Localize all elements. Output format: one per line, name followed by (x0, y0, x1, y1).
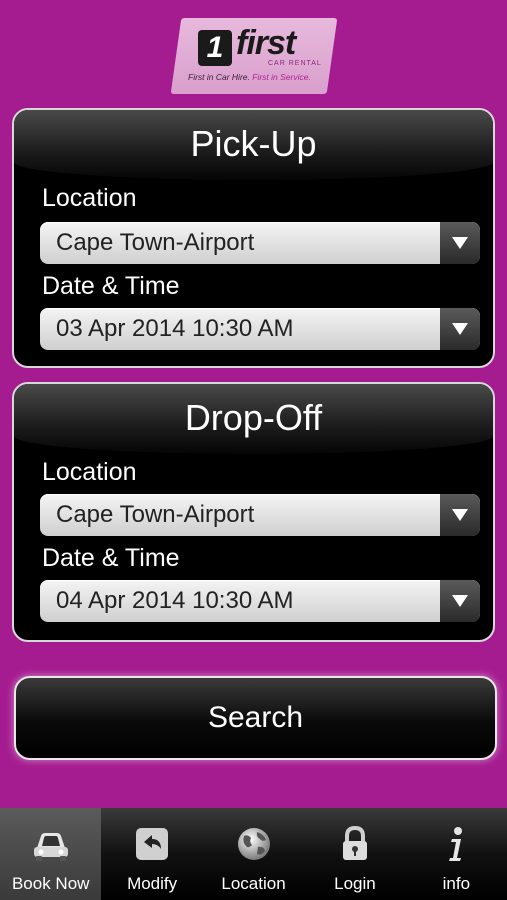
tab-label: info (442, 874, 471, 893)
pickup-location-value: Cape Town-Airport (56, 229, 255, 256)
dropoff-title: Drop-Off (184, 397, 323, 438)
brand-logo: 1 first CAR RENTAL First in Car Hire. Fi… (170, 18, 338, 94)
tab-book-now[interactable]: Book Now (0, 808, 102, 900)
tab-label: Modify (127, 874, 178, 893)
back-arrow-icon (136, 828, 169, 860)
info-icon (449, 827, 463, 861)
logo-subtitle: CAR RENTAL (268, 60, 322, 67)
pickup-location-label: Location (42, 184, 137, 212)
dropoff-location-label: Location (42, 458, 137, 486)
logo-tagline-part2: First in Service. (252, 72, 311, 82)
tab-login[interactable]: Login (304, 808, 405, 900)
chevron-down-icon (440, 580, 480, 622)
chevron-down-icon (440, 308, 480, 350)
tab-label: Login (334, 874, 376, 893)
lock-icon (342, 825, 367, 860)
globe-icon (237, 828, 270, 860)
car-icon (33, 833, 68, 861)
chevron-down-icon (440, 494, 480, 536)
pickup-title: Pick-Up (190, 123, 317, 164)
pickup-datetime-value: 03 Apr 2014 10:30 AM (56, 315, 294, 342)
pickup-datetime-select[interactable]: 03 Apr 2014 10:30 AM (40, 308, 480, 350)
chevron-down-icon (440, 222, 480, 264)
dropoff-datetime-label: Date & Time (42, 544, 180, 572)
dropoff-location-value: Cape Town-Airport (56, 501, 255, 528)
logo-tagline: First in Car Hire. First in Service. (188, 72, 311, 82)
pickup-panel: Pick-Up Location Cape Town-Airport Date … (12, 108, 495, 368)
tab-label: Book Now (11, 874, 90, 893)
search-button[interactable]: Search (14, 676, 497, 760)
logo-word: first (236, 24, 296, 62)
bottom-tab-bar: Book Now Modify Location Login info (0, 808, 507, 900)
dropoff-location-select[interactable]: Cape Town-Airport (40, 494, 480, 536)
tab-label: Location (221, 874, 286, 893)
dropoff-panel: Drop-Off Location Cape Town-Airport Date… (12, 382, 495, 642)
pickup-location-select[interactable]: Cape Town-Airport (40, 222, 480, 264)
dropoff-datetime-value: 04 Apr 2014 10:30 AM (56, 587, 294, 614)
tab-info[interactable]: info (406, 808, 507, 900)
tab-location[interactable]: Location (203, 808, 304, 900)
pickup-datetime-label: Date & Time (42, 272, 180, 300)
logo-tagline-part1: First in Car Hire. (188, 72, 250, 82)
tab-modify[interactable]: Modify (101, 808, 202, 900)
dropoff-datetime-select[interactable]: 04 Apr 2014 10:30 AM (40, 580, 480, 622)
logo-mark: 1 (198, 30, 232, 66)
